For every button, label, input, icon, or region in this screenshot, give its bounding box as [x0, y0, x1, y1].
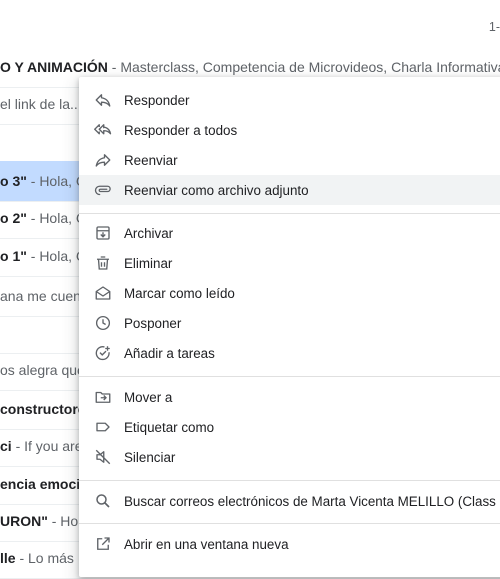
- email-subject: O Y ANIMACIÓN: [0, 59, 108, 75]
- menu-item-forward[interactable]: Reenviar: [79, 145, 500, 175]
- email-preview: - Lo más: [15, 550, 74, 566]
- open-new-window-icon: [93, 534, 113, 554]
- email-preview: - Masterclass, Competencia de Microvideo…: [107, 59, 500, 75]
- trash-icon: [93, 253, 113, 273]
- pagination-range: 1-: [488, 20, 500, 34]
- attachment-icon: [93, 180, 113, 200]
- menu-item-label: Buscar correos electrónicos de Marta Vic…: [124, 493, 496, 509]
- menu-item-add-task[interactable]: Añadir a tareas: [79, 338, 500, 368]
- menu-item-label: Silenciar: [124, 449, 176, 465]
- menu-item-mark-read[interactable]: Marcar como leído: [79, 278, 500, 308]
- menu-item-open-new-window[interactable]: Abrir en una ventana nueva: [79, 529, 500, 559]
- email-subject: o 1": [0, 248, 27, 264]
- menu-divider: [79, 523, 500, 524]
- menu-item-label: Etiquetar como: [124, 419, 215, 435]
- add-task-icon: [93, 343, 113, 363]
- move-to-icon: [93, 387, 113, 407]
- menu-item-archive[interactable]: Archivar: [79, 218, 500, 248]
- email-preview: os alegra que: [0, 362, 85, 378]
- menu-divider: [79, 480, 500, 481]
- email-preview: - Hola, C: [26, 173, 86, 189]
- reply-icon: [93, 90, 113, 110]
- menu-item-label: Mover a: [124, 389, 173, 405]
- email-subject: o 2": [0, 210, 27, 226]
- menu-item-label: Reenviar como archivo adjunto: [124, 182, 309, 198]
- menu-item-label: Responder a todos: [124, 122, 238, 138]
- clock-icon: [93, 313, 113, 333]
- email-preview: ana me cuent: [0, 288, 85, 304]
- menu-item-reply[interactable]: Responder: [79, 85, 500, 115]
- email-subject: constructore: [0, 401, 86, 417]
- menu-item-move-to[interactable]: Mover a: [79, 382, 500, 412]
- email-subject: ci: [0, 438, 12, 454]
- mute-icon: [93, 447, 113, 467]
- menu-item-label: Añadir a tareas: [124, 345, 215, 361]
- email-preview: - If you are: [11, 438, 83, 454]
- menu-item-label: Abrir en una ventana nueva: [124, 536, 289, 552]
- menu-item-label-as[interactable]: Etiquetar como: [79, 412, 500, 442]
- menu-item-mute[interactable]: Silenciar: [79, 442, 500, 472]
- mark-read-icon: [93, 283, 113, 303]
- menu-item-label: Reenviar: [124, 152, 178, 168]
- context-menu: Responder Responder a todos Reenviar Ree…: [79, 77, 500, 577]
- menu-item-label: Eliminar: [124, 255, 173, 271]
- email-subject: URON": [0, 513, 48, 529]
- menu-item-snooze[interactable]: Posponer: [79, 308, 500, 338]
- archive-icon: [93, 223, 113, 243]
- menu-item-label: Responder: [124, 92, 190, 108]
- menu-divider: [79, 213, 500, 214]
- menu-item-label: Marcar como leído: [124, 285, 235, 301]
- forward-icon: [93, 150, 113, 170]
- menu-item-delete[interactable]: Eliminar: [79, 248, 500, 278]
- email-subject: encia emocio: [0, 476, 89, 492]
- email-preview: el link de la...": [0, 96, 87, 112]
- menu-item-label: Archivar: [124, 225, 174, 241]
- reply-all-icon: [93, 120, 113, 140]
- search-icon: [93, 491, 113, 511]
- email-subject: lle: [0, 550, 16, 566]
- menu-item-reply-all[interactable]: Responder a todos: [79, 115, 500, 145]
- email-preview: - Hola, C: [26, 248, 86, 264]
- menu-item-label: Posponer: [124, 315, 182, 331]
- menu-item-search-from-sender[interactable]: Buscar correos electrónicos de Marta Vic…: [79, 486, 500, 516]
- label-icon: [93, 417, 113, 437]
- menu-divider: [79, 376, 500, 377]
- menu-item-forward-as-attachment[interactable]: Reenviar como archivo adjunto: [79, 175, 500, 205]
- email-subject: o 3": [0, 173, 27, 189]
